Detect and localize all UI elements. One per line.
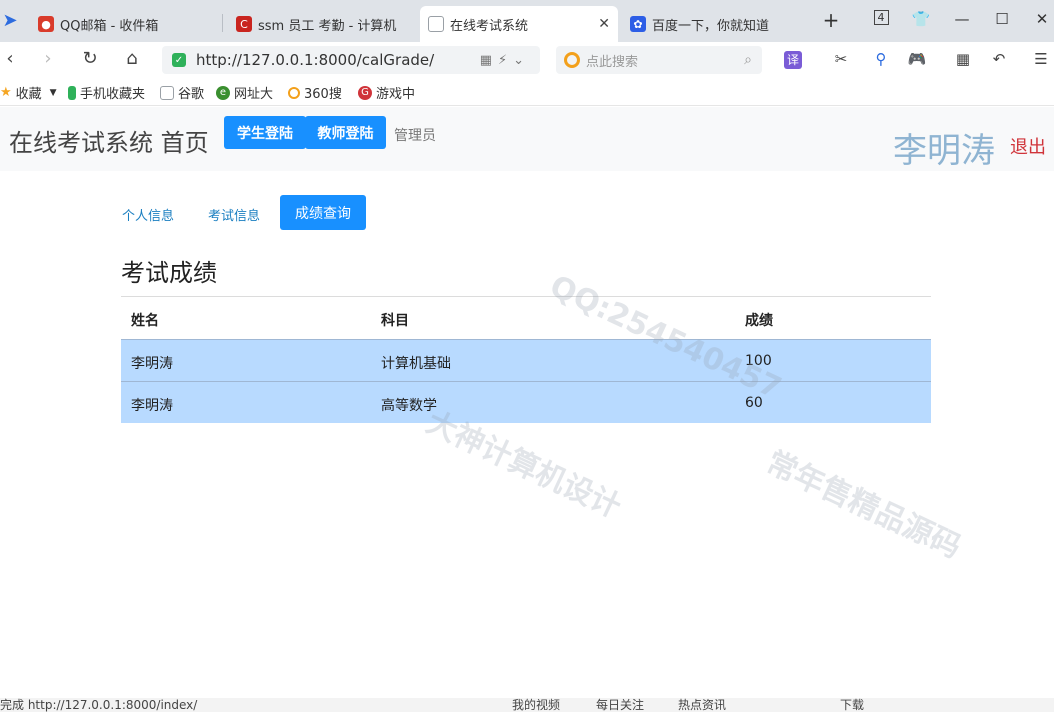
cell-subject: 计算机基础: [381, 356, 451, 372]
current-username: 李明涛: [893, 131, 995, 171]
grades-table: 姓名 科目 成绩 李明涛 计算机基础 100 李明涛 高等数学 60: [121, 297, 931, 423]
tab-baidu[interactable]: ✿ 百度一下，你就知道: [622, 6, 812, 42]
bookmark-360[interactable]: 360搜: [288, 83, 342, 102]
home-icon[interactable]: ⌂: [120, 48, 144, 69]
tab-divider: [222, 14, 223, 32]
tab-title: 在线考试系统: [450, 18, 529, 34]
reload-icon[interactable]: ↻: [78, 48, 102, 69]
bookmark-label: 网址大: [234, 87, 274, 102]
page-icon: [160, 85, 174, 100]
teacher-login-button[interactable]: 教师登陆: [305, 116, 386, 149]
tab-title: 百度一下，你就知道: [652, 18, 770, 34]
menu-icon[interactable]: ☰: [1030, 50, 1052, 68]
bookmark-google[interactable]: 谷歌: [160, 83, 204, 102]
tab-ssm[interactable]: C ssm 员工 考勤 - 计算机: [228, 6, 414, 42]
bookmark-favorites[interactable]: ★ 收藏 ▼: [0, 83, 57, 102]
scissors-icon[interactable]: ✂: [830, 50, 852, 68]
close-tab-icon[interactable]: ✕: [598, 16, 610, 32]
cell-subject: 高等数学: [381, 398, 437, 414]
browser-tab-bar: ➤ ● QQ邮箱 - 收件箱 C ssm 员工 考勤 - 计算机 在线考试系统 …: [0, 0, 1054, 42]
watermark-source: 常年售精品源码: [760, 444, 967, 566]
student-login-button[interactable]: 学生登陆: [224, 116, 306, 149]
bookmark-label: 谷歌: [178, 87, 205, 102]
table-row: 李明涛 高等数学 60: [121, 381, 931, 423]
tab-exam-system[interactable]: 在线考试系统 ✕: [420, 6, 618, 42]
header-name: 姓名: [131, 313, 159, 329]
baidu-icon: ✿: [630, 16, 646, 32]
bookmarks-bar: ★ 收藏 ▼ 手机收藏夹 谷歌 e 网址大 360搜 G 游戏中: [0, 78, 1054, 106]
grades-title: 考试成绩: [121, 259, 217, 287]
apps-grid-icon[interactable]: ▦: [952, 50, 974, 68]
site-header: 在线考试系统 首页 学生登陆 教师登陆 管理员 李明涛 退出: [0, 107, 1054, 171]
search-box[interactable]: 点此搜索 ⌕: [556, 46, 762, 74]
bookmark-label: 收藏: [15, 87, 42, 102]
tab-count: 4: [873, 10, 889, 25]
address-bar[interactable]: ✓ http://127.0.0.1:8000/calGrade/ ▦⚡⌄: [162, 46, 540, 74]
star-icon: ★: [0, 85, 12, 100]
header-subject: 科目: [381, 313, 409, 329]
new-tab-icon[interactable]: +: [821, 8, 841, 32]
cell-score: 100: [745, 353, 772, 369]
forward-icon[interactable]: ›: [36, 48, 60, 69]
tab-title: QQ邮箱 - 收件箱: [60, 18, 159, 34]
status-my-videos[interactable]: 我的视频: [512, 698, 560, 712]
back-icon[interactable]: ‹: [0, 48, 22, 69]
bookmark-label: 360搜: [304, 87, 342, 102]
globe-icon: e: [216, 85, 230, 100]
status-url: 完成 http://127.0.0.1:8000/index/: [0, 698, 198, 712]
search-icon[interactable]: ⌕: [744, 52, 752, 68]
360-icon: [288, 86, 300, 99]
search-input[interactable]: 点此搜索: [586, 51, 638, 70]
game-icon: G: [358, 85, 372, 100]
site-brand[interactable]: 在线考试系统 首页: [9, 123, 209, 158]
status-download[interactable]: 下载: [840, 698, 864, 712]
address-tools-icon[interactable]: ▦⚡⌄: [480, 53, 530, 68]
maximize-icon[interactable]: ☐: [992, 10, 1012, 28]
subnav-exam-info[interactable]: 考试信息: [208, 205, 260, 224]
tab-title: ssm 员工 考勤 - 计算机: [258, 18, 397, 34]
magnifier-icon[interactable]: ⚲: [870, 50, 892, 68]
status-hot-news[interactable]: 热点资讯: [678, 698, 726, 712]
table-row: 李明涛 计算机基础 100: [121, 339, 931, 381]
360-search-icon: [564, 52, 580, 68]
undo-icon[interactable]: ↶: [988, 50, 1010, 68]
cell-name: 李明涛: [131, 398, 173, 414]
table-header-row: 姓名 科目 成绩: [121, 297, 931, 339]
bookmark-label: 手机收藏夹: [80, 87, 146, 102]
admin-link[interactable]: 管理员: [394, 125, 436, 145]
tab-count-badge[interactable]: 4: [871, 10, 891, 25]
close-window-icon[interactable]: ✕: [1032, 10, 1052, 28]
bookmark-label: 游戏中: [376, 87, 416, 102]
cell-name: 李明涛: [131, 356, 173, 372]
csdn-icon: C: [236, 16, 252, 32]
minimize-icon[interactable]: —: [952, 10, 972, 28]
translate-icon[interactable]: 译: [784, 51, 802, 69]
header-score: 成绩: [745, 313, 773, 329]
subnav-grade-query[interactable]: 成绩查询: [280, 195, 366, 230]
bookmark-web-directory[interactable]: e 网址大: [216, 83, 273, 102]
bookmark-mobile[interactable]: 手机收藏夹: [68, 83, 145, 102]
address-url[interactable]: http://127.0.0.1:8000/calGrade/: [196, 51, 480, 69]
qq-mail-icon: ●: [38, 16, 54, 32]
browser-nav-bar: ‹ › ↻ ⌂ ✓ http://127.0.0.1:8000/calGrade…: [0, 42, 1054, 78]
shield-icon: ✓: [172, 53, 186, 67]
browser-status-bar: 完成 http://127.0.0.1:8000/index/ 我的视频 每日关…: [0, 698, 1054, 712]
logout-link[interactable]: 退出: [1010, 133, 1046, 159]
skin-icon[interactable]: 👕: [911, 10, 931, 28]
page-icon: [428, 16, 444, 32]
phone-icon: [68, 85, 76, 100]
status-daily-focus[interactable]: 每日关注: [596, 698, 644, 712]
browser-logo-icon[interactable]: ➤: [0, 10, 22, 31]
subnav-profile[interactable]: 个人信息: [122, 205, 174, 224]
cell-score: 60: [745, 395, 763, 411]
gamepad-icon[interactable]: 🎮: [906, 50, 928, 68]
bookmark-games[interactable]: G 游戏中: [358, 83, 415, 102]
chevron-down-icon: ▼: [49, 87, 57, 98]
tab-qq-mail[interactable]: ● QQ邮箱 - 收件箱: [30, 6, 220, 42]
